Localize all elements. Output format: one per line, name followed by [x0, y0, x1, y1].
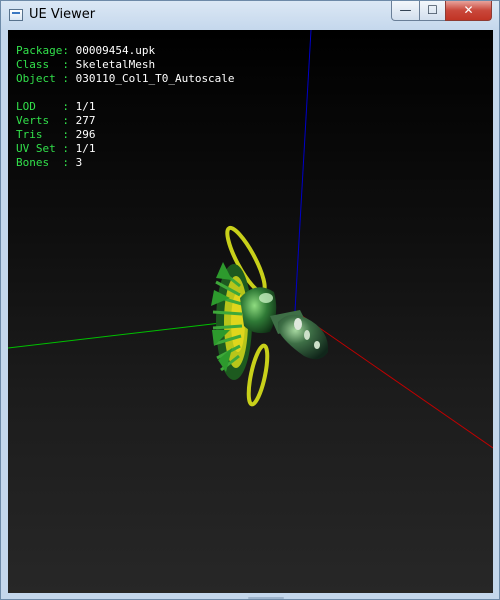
tris-label: Tris : [16, 128, 76, 141]
maximize-button[interactable]: ☐ [419, 1, 446, 21]
resize-grip[interactable] [248, 597, 284, 599]
verts-row: Verts : 277 [16, 114, 235, 128]
uvset-value: 1/1 [75, 142, 96, 155]
y-axis-line [8, 320, 239, 349]
lod-label: LOD : [16, 100, 76, 113]
object-label: Object : [16, 72, 76, 85]
object-row: Object : 030110_Col1_T0_Autoscale [16, 72, 235, 86]
verts-label: Verts : [16, 114, 76, 127]
x-axis-line [294, 310, 493, 449]
package-value: 00009454.upk [75, 44, 156, 57]
uvset-row: UV Set : 1/1 [16, 142, 235, 156]
class-label: Class : [16, 58, 76, 71]
app-window: UE Viewer — ☐ ✕ Package: 00009454.upk Cl… [0, 0, 500, 600]
app-icon [9, 9, 23, 21]
lod-row: LOD : 1/1 [16, 100, 235, 114]
minimize-button[interactable]: — [391, 1, 420, 21]
viewport[interactable]: Package: 00009454.upk Class : SkeletalMe… [8, 30, 493, 593]
skeletal-mesh-model [211, 225, 329, 407]
bones-value: 3 [75, 156, 83, 169]
tris-value: 296 [75, 128, 96, 141]
package-row: Package: 00009454.upk [16, 44, 235, 58]
class-value: SkeletalMesh [75, 58, 156, 71]
package-label: Package: [16, 44, 76, 57]
verts-value: 277 [75, 114, 96, 127]
title-bar[interactable]: UE Viewer — ☐ ✕ [1, 1, 499, 31]
bones-label: Bones : [16, 156, 76, 169]
lod-value: 1/1 [75, 100, 96, 113]
close-button[interactable]: ✕ [445, 1, 492, 21]
mesh-info-overlay: Package: 00009454.upk Class : SkeletalMe… [16, 44, 235, 170]
tris-row: Tris : 296 [16, 128, 235, 142]
uvset-label: UV Set : [16, 142, 76, 155]
window-title: UE Viewer [29, 7, 96, 22]
class-row: Class : SkeletalMesh [16, 58, 235, 72]
bones-row: Bones : 3 [16, 156, 235, 170]
z-axis-line [294, 30, 312, 312]
object-value: 030110_Col1_T0_Autoscale [75, 72, 235, 85]
